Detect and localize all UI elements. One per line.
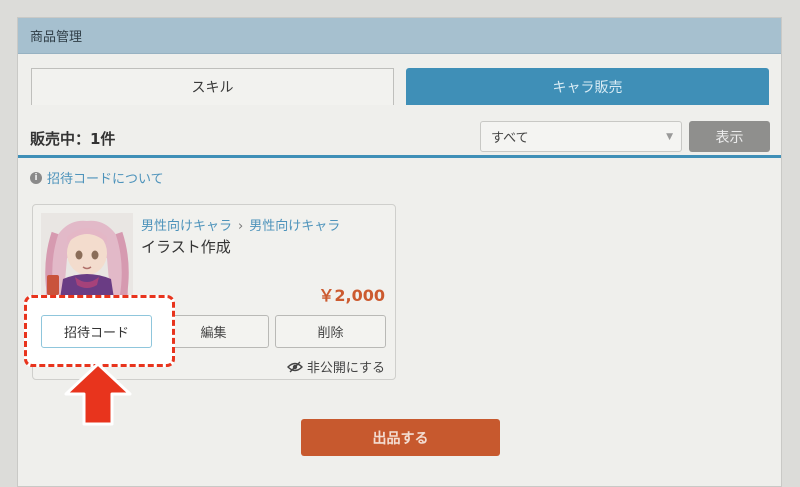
- invite-code-info-label: 招待コードについて: [47, 172, 164, 187]
- tab-skill-label: スキル: [191, 80, 234, 96]
- invite-code-button-label: 招待コード: [63, 326, 129, 341]
- tab-skill[interactable]: スキル: [31, 68, 394, 105]
- breadcrumb-item[interactable]: 男性向けキャラ: [249, 219, 340, 234]
- edit-button-label: 編集: [200, 326, 227, 341]
- product-price: ￥2,000: [318, 286, 385, 305]
- tab-bar: スキル キャラ販売: [18, 68, 781, 158]
- chevron-down-icon: ▼: [666, 132, 673, 142]
- panel-header: 商品管理: [18, 18, 781, 54]
- tab-chara-sales-label: キャラ販売: [552, 79, 623, 96]
- status-filter-value: すべて: [491, 131, 529, 146]
- unpublish-link[interactable]: 非公開にする: [286, 357, 385, 376]
- product-thumbnail[interactable]: [41, 213, 133, 305]
- chevron-right-icon: ›: [238, 219, 244, 234]
- invite-code-button[interactable]: 招待コード: [41, 315, 152, 348]
- publish-button-label: 出品する: [372, 430, 429, 447]
- show-button-label: 表示: [715, 129, 744, 146]
- unpublish-label: 非公開にする: [306, 361, 385, 376]
- anime-character-illustration: [41, 213, 133, 305]
- listing-count: 販売中：1件: [30, 130, 116, 148]
- show-button[interactable]: 表示: [689, 121, 770, 152]
- category-breadcrumb: 男性向けキャラ › 男性向けキャラ: [141, 215, 340, 234]
- tab-chara-sales[interactable]: キャラ販売: [406, 68, 769, 105]
- breadcrumb-item[interactable]: 男性向けキャラ: [141, 219, 232, 234]
- invite-code-info-link[interactable]: i 招待コードについて: [30, 168, 164, 187]
- status-filter-select[interactable]: すべて ▼: [480, 121, 682, 152]
- up-arrow-icon: [64, 362, 132, 426]
- delete-button-label: 削除: [317, 326, 344, 341]
- tab-underline: [18, 155, 781, 158]
- panel-title: 商品管理: [30, 30, 83, 45]
- publish-button[interactable]: 出品する: [301, 419, 500, 456]
- delete-button[interactable]: 削除: [275, 315, 386, 348]
- product-title[interactable]: イラスト作成: [141, 236, 231, 257]
- info-icon: i: [30, 171, 42, 184]
- eye-slash-icon: [286, 361, 303, 372]
